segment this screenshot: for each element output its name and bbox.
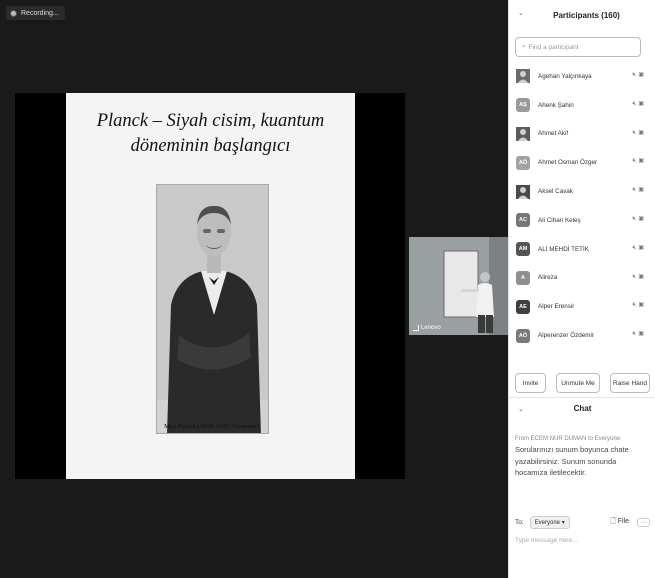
participant-row[interactable]: Agehan Yalçınkaya 🔇︎▣: [509, 62, 655, 91]
video-frame: [409, 237, 508, 335]
participant-name: Aksel Cavak: [538, 188, 573, 196]
video-off-icon: ▣: [638, 100, 646, 107]
recipient-select[interactable]: Everyone ▾: [529, 516, 570, 529]
participant-name: Alperenzer Özdemir: [538, 332, 594, 340]
avatar: [516, 126, 530, 141]
participant-name: Ahmet Osman Özger: [538, 159, 598, 167]
participant-name: Alper Erensir: [538, 303, 575, 311]
recording-indicator[interactable]: Recording...: [6, 6, 65, 20]
zoom-window: Recording... Planck – Siyah cisim, kuant…: [0, 0, 655, 578]
video-off-icon: ▣: [638, 273, 646, 280]
avatar: AC: [516, 213, 530, 228]
to-label: To:: [515, 519, 524, 526]
recipient-value: Everyone: [534, 520, 561, 526]
mic-camera-status: 🔇︎▣: [633, 301, 646, 309]
avatar: AE: [516, 299, 530, 314]
mic-camera-status: 🔇︎▣: [633, 129, 646, 137]
mic-camera-status: 🔇︎▣: [633, 186, 646, 194]
file-label: File: [617, 518, 629, 525]
chevron-down-icon[interactable]: ⌄: [518, 405, 524, 413]
avatar: AM: [516, 242, 530, 257]
video-name-label: Lenovo: [413, 325, 441, 331]
mic-camera-status: 🔇︎▣: [633, 215, 646, 223]
chat-message-input[interactable]: Type message here...: [515, 537, 578, 544]
search-icon: ⌕: [522, 43, 526, 50]
recording-label: Recording...: [21, 9, 59, 17]
chat-title: Chat: [573, 404, 592, 413]
participant-row[interactable]: AM ALİ MEHDİ TETİK 🔇︎▣: [509, 235, 655, 264]
video-off-icon: ▣: [638, 331, 646, 338]
meeting-area: Recording... Planck – Siyah cisim, kuant…: [0, 0, 508, 578]
unmute-me-button[interactable]: Unmute Me: [556, 373, 600, 393]
photo-caption: Max Planck (1858–1947, Germany).: [164, 423, 261, 430]
file-button[interactable]: 🗋 File: [610, 517, 629, 528]
more-options-button[interactable]: ···: [637, 518, 650, 527]
speaker-video[interactable]: Lenovo: [409, 237, 508, 335]
signal-icon: [413, 325, 419, 331]
avatar: AÖ: [516, 155, 530, 170]
mic-camera-status: 🔇︎▣: [633, 330, 646, 338]
video-off-icon: ▣: [638, 244, 646, 251]
video-name: Lenovo: [421, 325, 441, 331]
mic-camera-status: 🔇︎▣: [633, 71, 646, 79]
participant-list[interactable]: Agehan Yalçınkaya 🔇︎▣ AŞ Ahenk Şahin 🔇︎▣ Ahme…: [509, 62, 655, 366]
participant-row[interactable]: AÖ Alperenzer Özdemir 🔇︎▣: [509, 321, 655, 350]
video-off-icon: ▣: [638, 72, 646, 78]
mic-camera-status: 🔇︎▣: [633, 100, 646, 108]
participants-header: ⌄ Participants (160): [509, 0, 655, 30]
avatar: [516, 69, 530, 84]
chat-header: ⌄ Chat: [509, 397, 655, 419]
slide-title: Planck – Siyah cisim, kuantum döneminin …: [96, 111, 325, 156]
participant-search-input[interactable]: ⌕ Find a participant: [515, 37, 641, 57]
participant-row[interactable]: AÖ Ahmet Osman Özger 🔇︎▣: [509, 148, 655, 177]
file-icon: 🗋: [610, 518, 616, 525]
side-panel: ⌄ Participants (160) ⌕ Find a participan…: [508, 0, 655, 578]
participants-title: Participants (160): [553, 10, 620, 20]
participant-name: Ali Cihan Keleş: [538, 216, 581, 224]
search-placeholder: Find a participant: [528, 43, 579, 51]
shared-screen: Planck – Siyah cisim, kuantum döneminin …: [15, 93, 405, 479]
avatar: AŞ: [516, 98, 530, 113]
chevron-down-icon[interactable]: ⌄: [518, 9, 524, 17]
avatar: AÖ: [516, 328, 530, 343]
video-off-icon: ▣: [638, 129, 646, 136]
invite-button[interactable]: Invite: [515, 373, 546, 393]
mic-camera-status: 🔇︎▣: [633, 273, 646, 281]
participant-name: ALİ MEHDİ TETİK: [538, 245, 589, 253]
video-off-icon: ▣: [638, 302, 646, 309]
video-off-icon: ▣: [638, 158, 646, 165]
chat-recipient-bar: To: Everyone ▾ 🗋 File ···: [515, 516, 650, 529]
participant-actions: Invite Unmute Me Raise Hand: [509, 373, 655, 393]
mic-camera-status: 🔇︎▣: [633, 244, 646, 252]
video-off-icon: ▣: [638, 187, 646, 194]
raise-hand-button[interactable]: Raise Hand: [610, 373, 650, 393]
participant-row[interactable]: Ahmet Akif 🔇︎▣: [509, 120, 655, 149]
mic-camera-status: 🔇︎▣: [633, 157, 646, 165]
video-off-icon: ▣: [638, 215, 646, 222]
participant-name: Ahmet Akif: [538, 130, 569, 138]
avatar: A: [516, 270, 530, 285]
participant-row[interactable]: AŞ Ahenk Şahin 🔇︎▣: [509, 91, 655, 120]
chat-message-text: Sorularınızı sunum boyunca chate yazabil…: [515, 445, 629, 477]
participant-row[interactable]: AC Ali Cihan Keleş 🔇︎▣: [509, 206, 655, 235]
participant-name: Ahenk Şahin: [538, 101, 574, 109]
chat-message-sender: From ECEM NUR DUMAN to Everyone:: [515, 436, 622, 442]
participant-name: Alireza: [538, 274, 558, 282]
participant-row[interactable]: A Alireza 🔇︎▣: [509, 264, 655, 293]
chat-message: From ECEM NUR DUMAN to Everyone: Sorular…: [515, 436, 645, 479]
caret-down-icon: ▾: [561, 520, 565, 526]
portrait-photo: Max Planck (1858–1947, Germany).: [156, 184, 269, 434]
participant-name: Agehan Yalçınkaya: [538, 72, 592, 80]
participant-row[interactable]: AE Alper Erensir 🔇︎▣: [509, 292, 655, 321]
presentation-slide: Planck – Siyah cisim, kuantum döneminin …: [66, 93, 355, 479]
avatar: [516, 184, 530, 199]
participant-row[interactable]: Aksel Cavak 🔇︎▣: [509, 177, 655, 206]
record-icon: [10, 9, 17, 17]
